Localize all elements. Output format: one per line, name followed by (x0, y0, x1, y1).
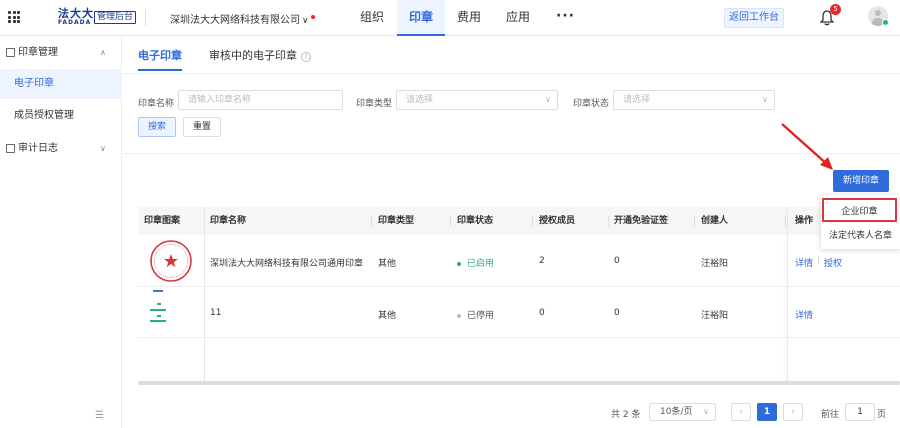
new-seal-dropdown: 企业印章 法定代表人名章 (821, 195, 900, 249)
main-content: 电子印章 审核中的电子印章? 印章名称 请输入印章名称 印章类型 请选择 ∨ 印章… (123, 37, 900, 428)
annotation-arrow-icon (781, 123, 833, 170)
divider (145, 10, 146, 26)
table-header: 印章图案 印章名称 印章类型 印章状态 授权成员 开通免验证签 创建人 操作 (138, 207, 900, 235)
admin-badge: 管理后台 (94, 11, 137, 24)
tab-divider (123, 73, 900, 74)
select-placeholder: 请选择 (406, 95, 434, 105)
company-name: 深圳法大大网络科技有限公司 (170, 15, 300, 26)
top-bar: 法大大 FADADA 管理后台 深圳法大大网络科技有限公司 ∨ 组织 印章 费用 … (0, 0, 900, 36)
audit-log-icon (6, 144, 15, 153)
page-unit-label: 页 (877, 410, 887, 420)
tab-e-seal[interactable]: 电子印章 (138, 47, 182, 71)
select-placeholder: 请选择 (623, 95, 651, 105)
table-row: 深圳法大大网络科技有限公司通用印章 其他 已启用 2 0 汪裕阳 详情 | 授权 (138, 235, 900, 287)
chevron-down-icon: ∨ (100, 144, 106, 153)
help-icon[interactable]: ? (301, 52, 311, 62)
total-count: 共 2 条 (611, 410, 641, 420)
col-operations: 操作 (795, 216, 814, 226)
col-seal-status: 印章状态 (457, 216, 494, 226)
tab-pending-review[interactable]: 审核中的电子印章? (209, 47, 311, 71)
seal-status-label: 印章状态 (573, 99, 610, 109)
page-1-button[interactable]: 1 (757, 403, 777, 421)
nav-seal[interactable]: 印章 (397, 0, 445, 36)
member-count: 0 (539, 308, 545, 318)
seal-name-input[interactable]: 请输入印章名称 (178, 90, 343, 110)
chevron-down-icon: ∨ (545, 95, 551, 104)
logo-text: 法大大 (58, 7, 94, 20)
status-badge: 已启用 (457, 256, 494, 269)
seal-status-select[interactable]: 请选择 ∨ (613, 90, 775, 110)
seal-menu-icon (6, 48, 15, 57)
goto-label: 前往 (821, 410, 840, 420)
notification-badge: 5 (830, 4, 841, 15)
fixed-column-divider (204, 207, 205, 383)
nav-apps[interactable]: 应用 (504, 0, 532, 36)
tab-label: 审核中的电子印章 (209, 49, 297, 62)
seal-thumbnail-image (150, 290, 166, 322)
goto-page-input[interactable]: 1 (845, 403, 875, 421)
chevron-up-icon: ∧ (100, 48, 106, 57)
seal-name-label: 印章名称 (138, 99, 175, 109)
sidebar-group-label: 审计日志 (18, 143, 58, 154)
col-seal-type: 印章类型 (378, 216, 415, 226)
seal-type-label: 印章类型 (356, 99, 393, 109)
logo: 法大大 FADADA (58, 8, 94, 26)
col-seal-image: 印章图案 (144, 216, 181, 226)
nav-fee[interactable]: 费用 (455, 0, 483, 36)
col-seal-name: 印章名称 (210, 216, 247, 226)
creator: 汪裕阳 (701, 259, 729, 269)
exempt-count: 0 (614, 256, 620, 266)
seal-type-select[interactable]: 请选择 ∨ (396, 90, 558, 110)
more-icon[interactable]: ··· (556, 8, 575, 24)
reset-button[interactable]: 重置 (183, 117, 221, 137)
member-count: 2 (539, 256, 545, 266)
op-separator: | (817, 256, 821, 266)
back-to-workbench-button[interactable]: 返回工作台 (724, 8, 784, 28)
next-page-button[interactable]: › (783, 403, 803, 421)
sidebar-group-audit[interactable]: 审计日志 ∨ (0, 135, 122, 163)
col-members: 授权成员 (539, 216, 576, 226)
page-size-select[interactable]: 10条/页 ∨ (649, 403, 716, 421)
exempt-count: 0 (614, 308, 620, 318)
seal-name: 11 (210, 308, 222, 318)
detail-link[interactable]: 详情 (795, 308, 813, 321)
horizontal-scrollbar[interactable] (138, 381, 900, 385)
col-creator: 创建人 (701, 216, 729, 226)
col-exempt-sign: 开通免验证签 (614, 216, 669, 226)
search-button[interactable]: 搜索 (138, 117, 176, 137)
seal-type: 其他 (378, 259, 397, 269)
fixed-column-divider (787, 207, 788, 383)
sidebar-item-e-seal[interactable]: 电子印章 (0, 69, 122, 99)
chevron-down-icon: ∨ (302, 16, 309, 26)
status-badge: 已停用 (457, 308, 494, 321)
menu-item-company-seal[interactable]: 企业印章 (822, 198, 897, 222)
nav-org[interactable]: 组织 (358, 0, 386, 36)
sidebar: 印章管理 ∧ 电子印章 成员授权管理 审计日志 ∨ ☰ (0, 37, 122, 428)
authorize-link[interactable]: 授权 (824, 256, 842, 269)
detail-link[interactable]: 详情 (795, 256, 813, 269)
verified-icon (882, 19, 889, 26)
sidebar-group-seal[interactable]: 印章管理 ∧ (0, 39, 122, 67)
chevron-down-icon: ∨ (762, 95, 768, 104)
company-switcher[interactable]: 深圳法大大网络科技有限公司 ∨ (170, 11, 309, 26)
seal-type: 其他 (378, 311, 397, 321)
creator: 汪裕阳 (701, 311, 729, 321)
logo-subtext: FADADA (58, 19, 92, 26)
company-seal-image (150, 240, 192, 282)
seal-name: 深圳法大大网络科技有限公司通用印章 (210, 259, 364, 269)
chevron-down-icon: ∨ (703, 407, 709, 416)
sidebar-group-label: 印章管理 (18, 47, 58, 58)
collapse-sidebar-icon[interactable]: ☰ (95, 410, 104, 421)
alert-dot (311, 15, 315, 19)
prev-page-button[interactable]: ‹ (731, 403, 751, 421)
sidebar-item-member-auth[interactable]: 成员授权管理 (0, 101, 122, 131)
menu-item-legal-rep-seal[interactable]: 法定代表人名章 (821, 224, 900, 248)
app-grid-icon[interactable] (8, 11, 20, 23)
new-seal-button[interactable]: 新增印章 (833, 170, 889, 192)
table-row: 11 其他 已停用 0 0 汪裕阳 详情 (138, 288, 900, 338)
